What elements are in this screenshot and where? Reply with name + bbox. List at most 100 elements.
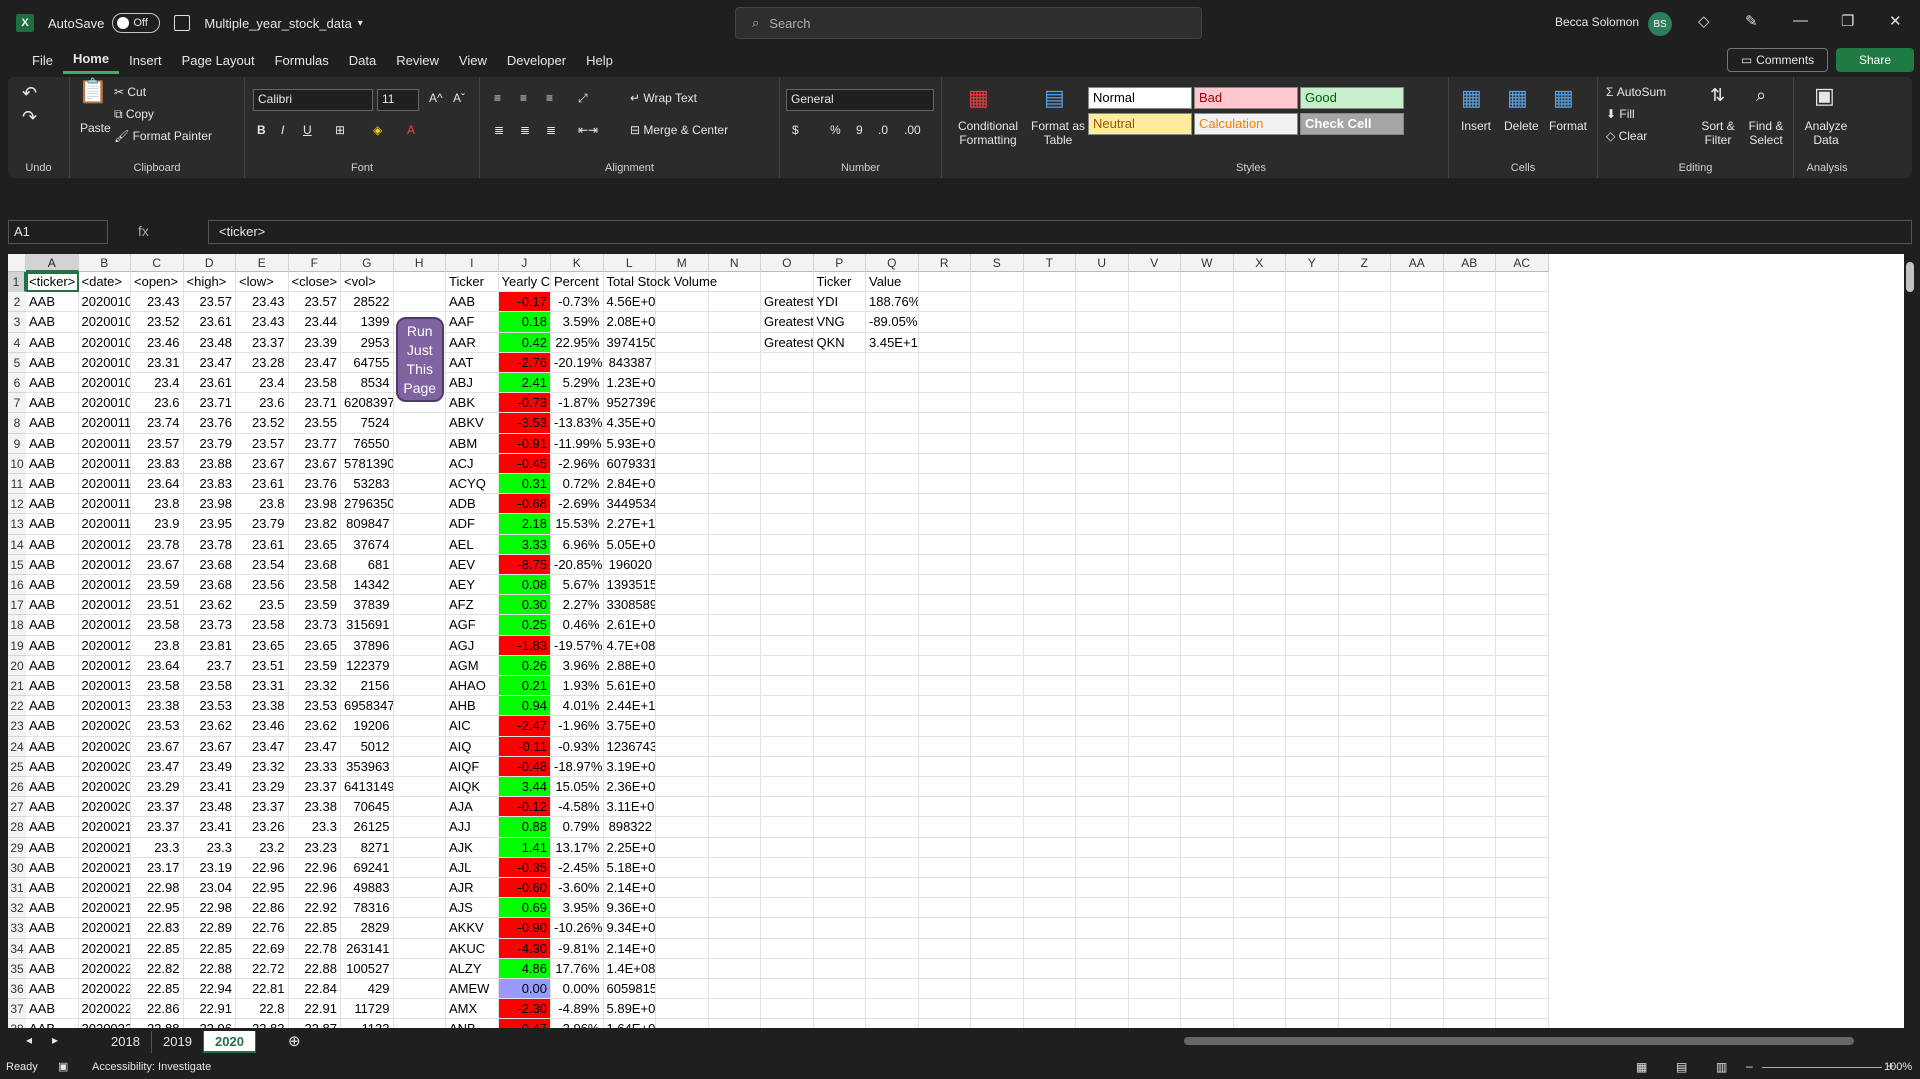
- row-header[interactable]: 20: [8, 655, 26, 676]
- cell[interactable]: [813, 756, 866, 777]
- cell[interactable]: [761, 878, 814, 899]
- cell[interactable]: [656, 878, 709, 899]
- cell[interactable]: [1496, 898, 1549, 919]
- cell[interactable]: [1233, 716, 1286, 737]
- data-cell[interactable]: 681: [341, 554, 394, 575]
- cell[interactable]: [1128, 958, 1181, 979]
- data-cell[interactable]: 23.41: [183, 777, 236, 798]
- cell[interactable]: [1496, 433, 1549, 454]
- cell[interactable]: [708, 534, 761, 555]
- cell[interactable]: [1076, 918, 1129, 939]
- conditional-formatting-button[interactable]: Conditional Formatting: [948, 119, 1028, 147]
- cell[interactable]: [1286, 575, 1339, 596]
- cell[interactable]: [918, 817, 971, 838]
- yearly-change-cell[interactable]: -0.91: [498, 433, 551, 454]
- cell[interactable]: [918, 938, 971, 959]
- cell[interactable]: [656, 655, 709, 676]
- cell[interactable]: [761, 918, 814, 939]
- cell[interactable]: [813, 716, 866, 737]
- data-cell[interactable]: 23.71: [183, 393, 236, 414]
- cell[interactable]: [1338, 716, 1391, 737]
- row-header[interactable]: 2: [8, 292, 26, 313]
- cell[interactable]: [708, 474, 761, 495]
- cell[interactable]: [761, 534, 814, 555]
- cell[interactable]: [866, 898, 919, 919]
- cell[interactable]: [813, 575, 866, 596]
- cell[interactable]: [1391, 332, 1444, 353]
- cell[interactable]: [1496, 575, 1549, 596]
- cell[interactable]: [918, 494, 971, 515]
- cell[interactable]: [971, 575, 1024, 596]
- cell[interactable]: [393, 453, 446, 474]
- format-as-table-icon[interactable]: ▤: [1044, 85, 1065, 111]
- cell[interactable]: [1338, 615, 1391, 636]
- cell[interactable]: [918, 595, 971, 616]
- yearly-change-cell[interactable]: -0.90: [498, 918, 551, 939]
- cell[interactable]: [761, 595, 814, 616]
- data-cell[interactable]: 22.85: [183, 938, 236, 959]
- cell[interactable]: [971, 474, 1024, 495]
- data-cell[interactable]: 23.68: [183, 554, 236, 575]
- cell[interactable]: [1338, 676, 1391, 697]
- cell[interactable]: [1023, 373, 1076, 394]
- cell[interactable]: [1023, 534, 1076, 555]
- cell[interactable]: [1128, 898, 1181, 919]
- decrease-decimal-icon[interactable]: .00: [904, 123, 921, 137]
- data-cell[interactable]: 23.98: [183, 494, 236, 515]
- data-cell[interactable]: 20200103: [78, 312, 131, 333]
- data-cell[interactable]: 20200213: [78, 878, 131, 899]
- yearly-change-cell[interactable]: -0.48: [498, 756, 551, 777]
- cell[interactable]: [1076, 453, 1129, 474]
- data-cell[interactable]: 23.56: [236, 575, 289, 596]
- column-header-E[interactable]: E: [236, 254, 289, 272]
- cell[interactable]: [1181, 474, 1234, 495]
- cell[interactable]: [1129, 1019, 1181, 1028]
- data-cell[interactable]: 23.52: [131, 312, 184, 333]
- cell[interactable]: [1338, 534, 1391, 555]
- cell[interactable]: [1076, 312, 1129, 333]
- data-cell[interactable]: 37896: [341, 635, 394, 656]
- data-cell[interactable]: 23.55: [288, 413, 341, 434]
- greatest-ticker[interactable]: YDI: [813, 292, 866, 313]
- data-cell[interactable]: 23.79: [236, 514, 289, 535]
- cell[interactable]: [1496, 716, 1549, 737]
- data-cell[interactable]: 11729: [341, 999, 394, 1020]
- cell[interactable]: [708, 554, 761, 575]
- data-cell[interactable]: 23.78: [183, 534, 236, 555]
- align-bottom-icon[interactable]: ≡: [546, 91, 553, 105]
- yearly-change-cell[interactable]: 0.08: [498, 575, 551, 596]
- total-volume-cell[interactable]: 843387: [603, 352, 656, 373]
- share-button[interactable]: Share: [1836, 48, 1914, 72]
- next-sheet-icon[interactable]: ▸: [52, 1033, 58, 1047]
- total-volume-cell[interactable]: 34495347: [603, 494, 656, 515]
- header-P[interactable]: Ticker: [813, 272, 866, 293]
- cell[interactable]: [1286, 312, 1339, 333]
- cell[interactable]: [1181, 575, 1234, 596]
- data-cell[interactable]: 23.68: [183, 575, 236, 596]
- cell[interactable]: [1076, 878, 1129, 899]
- column-header-A[interactable]: A: [26, 254, 79, 272]
- cell[interactable]: [918, 918, 971, 939]
- total-volume-cell[interactable]: 196020: [603, 554, 656, 575]
- yearly-change-cell[interactable]: -2.30: [498, 999, 551, 1020]
- cell[interactable]: [656, 837, 709, 858]
- data-cell[interactable]: 20200206: [78, 777, 131, 798]
- data-cell[interactable]: 22.91: [288, 999, 341, 1020]
- cell[interactable]: [1338, 453, 1391, 474]
- cell[interactable]: [971, 312, 1024, 333]
- cell[interactable]: [393, 797, 446, 818]
- cell[interactable]: [393, 817, 446, 838]
- column-header-B[interactable]: B: [78, 254, 131, 272]
- zoom-out-icon[interactable]: –: [1746, 1059, 1753, 1073]
- cell[interactable]: [866, 938, 919, 959]
- cell[interactable]: [1076, 736, 1129, 757]
- cell[interactable]: [761, 837, 814, 858]
- data-cell[interactable]: 23.68: [288, 554, 341, 575]
- ticker-cell[interactable]: AAB: [26, 878, 79, 899]
- format-as-table-button[interactable]: Format as Table: [1028, 119, 1088, 147]
- cell[interactable]: [1233, 312, 1286, 333]
- cell[interactable]: [971, 817, 1024, 838]
- cell[interactable]: [1233, 999, 1286, 1020]
- cell[interactable]: [761, 352, 814, 373]
- cell[interactable]: [1128, 615, 1181, 636]
